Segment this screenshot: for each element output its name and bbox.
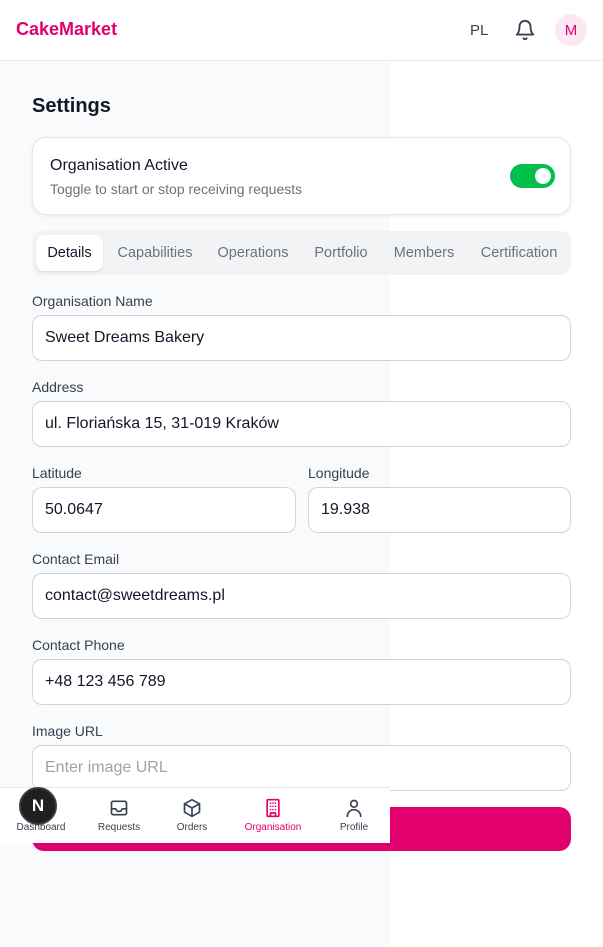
status-card-title: Organisation Active — [50, 157, 188, 174]
nav-label-profile: Profile — [339, 822, 369, 833]
bottom-nav: Dashboard Requests Orders Organisation P… — [0, 787, 390, 843]
nav-item-orders[interactable]: Orders — [153, 788, 231, 844]
longitude-input[interactable] — [308, 487, 571, 533]
status-card-subtitle: Toggle to start or stop receiving reques… — [50, 181, 303, 197]
language-switcher[interactable]: PL — [470, 22, 488, 39]
nav-item-organisation[interactable]: Organisation — [234, 788, 312, 844]
contact-email-input[interactable] — [32, 573, 571, 619]
organisation-name-label: Organisation Name — [32, 293, 153, 309]
latitude-input[interactable] — [32, 487, 296, 533]
page-title: Settings — [32, 95, 111, 117]
tab-certification[interactable]: Certification — [475, 235, 563, 271]
address-label: Address — [32, 379, 84, 395]
nav-label-requests: Requests — [97, 822, 141, 833]
tab-members[interactable]: Members — [389, 235, 459, 271]
latitude-label: Latitude — [32, 465, 82, 481]
tab-portfolio[interactable]: Portfolio — [310, 235, 372, 271]
package-icon — [183, 798, 201, 818]
building-icon — [266, 798, 280, 818]
brand-logo[interactable]: CakeMarket — [16, 19, 117, 40]
address-input[interactable] — [32, 401, 571, 447]
nav-item-requests[interactable]: Requests — [80, 788, 158, 844]
contact-email-label: Contact Email — [32, 551, 120, 567]
nav-item-profile[interactable]: Profile — [315, 788, 393, 844]
image-url-input[interactable] — [32, 745, 571, 791]
settings-tabs: Details Capabilities Operations Portfoli… — [32, 231, 571, 275]
organisation-name-input[interactable] — [32, 315, 571, 361]
tab-capabilities[interactable]: Capabilities — [110, 235, 200, 271]
nav-label-organisation: Organisation — [244, 822, 302, 833]
inbox-icon — [110, 800, 128, 816]
image-url-label: Image URL — [32, 723, 103, 739]
contact-phone-label: Contact Phone — [32, 637, 125, 653]
nav-label-orders: Orders — [176, 822, 208, 833]
toggle-knob — [535, 168, 551, 184]
contact-phone-input[interactable] — [32, 659, 571, 705]
organisation-active-toggle[interactable] — [510, 164, 555, 188]
avatar[interactable]: M — [555, 14, 587, 46]
tab-operations[interactable]: Operations — [212, 235, 294, 271]
top-header: CakeMarket PL M — [0, 0, 603, 61]
longitude-label: Longitude — [308, 465, 370, 481]
dev-tools-badge[interactable]: N — [19, 787, 57, 825]
organisation-status-card: Organisation Active Toggle to start or s… — [32, 137, 571, 215]
bell-icon[interactable] — [514, 19, 536, 41]
user-icon — [346, 799, 362, 818]
tab-details[interactable]: Details — [36, 235, 103, 271]
